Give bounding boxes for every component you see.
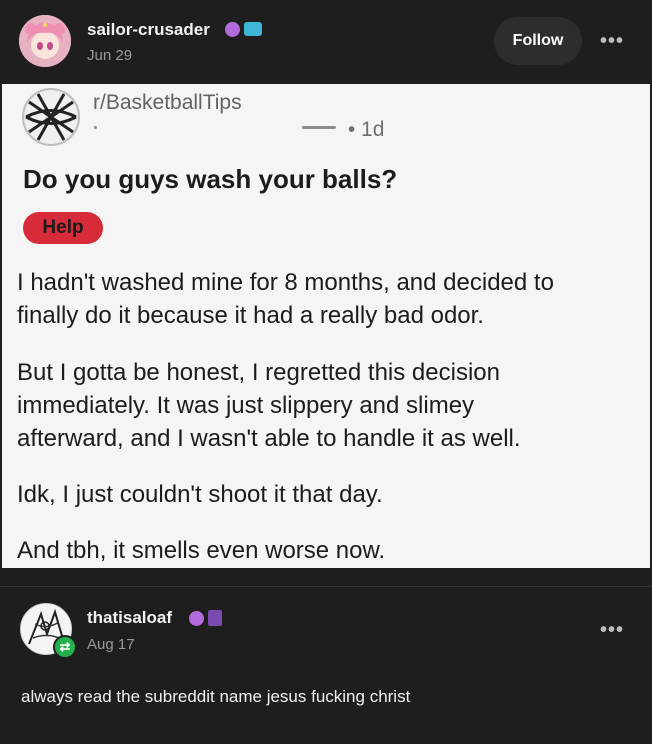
reblog-icon: ⇄ [53, 635, 77, 659]
basketball-net-icon [25, 91, 77, 143]
subreddit-avatar [22, 88, 80, 146]
badge-icon [189, 611, 204, 626]
reblog-username[interactable]: thatisaloaf [87, 608, 172, 628]
reddit-screenshot-image: r/BasketballTips • 1d Do you guys wash y… [2, 84, 650, 568]
badge-icon [208, 610, 222, 626]
user-avatar[interactable] [19, 15, 71, 67]
post-body-paragraph: But I gotta be honest, I regretted this … [17, 359, 521, 452]
reblog-comment: always read the subreddit name jesus fuc… [21, 687, 411, 706]
post-body-paragraph: Idk, I just couldn't shoot it that day. [17, 481, 383, 508]
badge-icon [225, 22, 240, 37]
post-header: sailor-crusader Jun 29 Follow ••• [0, 0, 652, 84]
post-username[interactable]: sailor-crusader [87, 20, 210, 40]
divider [0, 586, 652, 587]
post-body-paragraph: I hadn't washed mine for 8 months, and d… [17, 269, 554, 329]
post-body-paragraph: And tbh, it smells even worse now. [17, 537, 386, 564]
follow-button[interactable]: Follow [494, 17, 582, 65]
redacted-author [92, 122, 342, 134]
post-meta: • 1d [92, 118, 384, 142]
anime-avatar-icon [19, 15, 71, 67]
more-options-icon[interactable]: ••• [600, 30, 624, 53]
post-date[interactable]: Jun 29 [87, 47, 132, 64]
subreddit-name: r/BasketballTips [93, 91, 242, 114]
flair-badge: Help [23, 212, 103, 244]
badge-icon [244, 22, 262, 36]
post-age: • 1d [347, 118, 385, 141]
reblog-date[interactable]: Aug 17 [87, 636, 135, 653]
more-options-icon[interactable]: ••• [600, 619, 624, 642]
reddit-post-title: Do you guys wash your balls? [23, 164, 398, 194]
